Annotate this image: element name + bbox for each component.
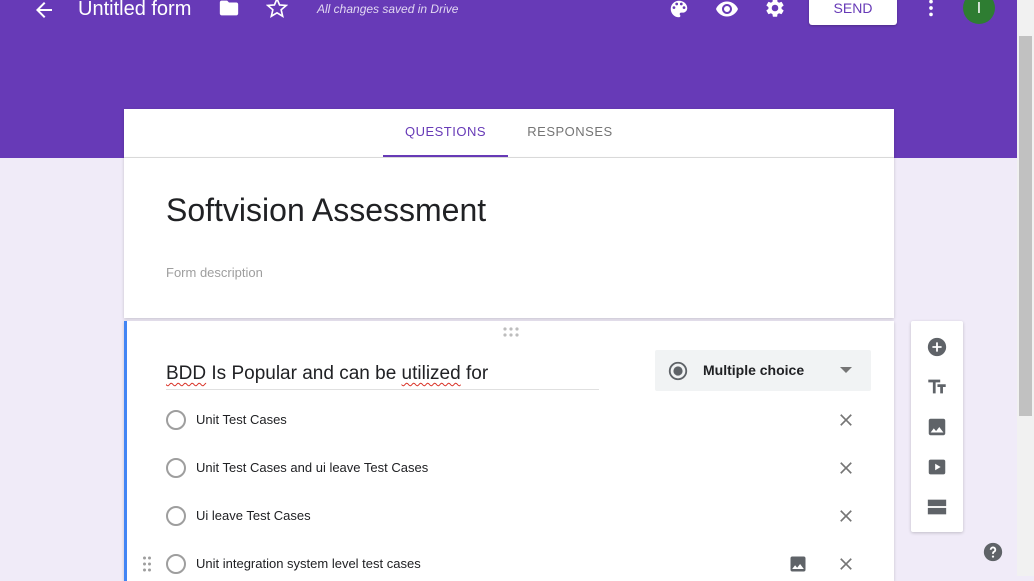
- option-label[interactable]: Unit Test Cases and ui leave Test Cases: [196, 460, 428, 475]
- chevron-down-icon: [840, 367, 852, 373]
- palette-icon[interactable]: [668, 0, 690, 20]
- page-scrollbar[interactable]: [1017, 0, 1034, 576]
- drag-handle-icon[interactable]: [142, 556, 152, 572]
- form-name[interactable]: Untitled form: [78, 0, 191, 23]
- avatar[interactable]: I: [963, 0, 995, 24]
- tabs-bar: QUESTIONS RESPONSES: [124, 109, 894, 158]
- radio-icon: [166, 410, 186, 430]
- more-vert-icon[interactable]: [920, 0, 942, 19]
- star-icon[interactable]: [266, 0, 288, 19]
- save-status: All changes saved in Drive: [317, 2, 459, 16]
- question-text-part: BDD: [166, 363, 207, 384]
- gear-icon[interactable]: [764, 0, 786, 19]
- add-video-icon[interactable]: [926, 456, 948, 478]
- add-image-icon[interactable]: [926, 416, 948, 438]
- add-question-icon[interactable]: [926, 336, 948, 358]
- side-toolbar: [911, 321, 963, 532]
- option-label[interactable]: Unit Test Cases: [196, 412, 287, 427]
- image-icon[interactable]: [788, 554, 808, 574]
- radio-icon: [166, 458, 186, 478]
- list-item[interactable]: Unit Test Cases and ui leave Test Cases: [166, 454, 866, 484]
- close-icon[interactable]: [836, 506, 856, 526]
- help-icon[interactable]: [982, 541, 1004, 563]
- back-arrow-icon[interactable]: [32, 0, 56, 22]
- list-item[interactable]: Ui leave Test Cases: [166, 502, 866, 532]
- question-title-input[interactable]: BDD Is Popular and can be utilized for: [166, 363, 599, 390]
- form-header-card: Softvision Assessment Form description: [124, 158, 894, 318]
- radio-icon: [166, 506, 186, 526]
- question-text-part: for: [460, 363, 489, 384]
- form-title[interactable]: Softvision Assessment: [166, 192, 486, 229]
- close-icon[interactable]: [836, 410, 856, 430]
- preview-eye-icon[interactable]: [715, 0, 739, 21]
- add-title-icon[interactable]: [926, 376, 948, 398]
- radio-checked-icon: [668, 361, 688, 381]
- question-text-part: utilized: [401, 363, 461, 384]
- radio-icon: [166, 554, 186, 574]
- option-label[interactable]: Ui leave Test Cases: [196, 508, 311, 523]
- tab-questions[interactable]: QUESTIONS: [383, 109, 508, 157]
- question-text-part: Is Popular and can be: [206, 363, 402, 384]
- scrollbar-thumb[interactable]: [1019, 36, 1032, 416]
- folder-icon[interactable]: [218, 0, 240, 19]
- form-description-input[interactable]: Form description: [166, 265, 263, 280]
- send-button[interactable]: SEND: [809, 0, 897, 25]
- add-section-icon[interactable]: [926, 496, 948, 518]
- close-icon[interactable]: [836, 458, 856, 478]
- option-label[interactable]: Unit integration system level test cases: [196, 556, 421, 571]
- question-type-select[interactable]: Multiple choice: [655, 350, 871, 391]
- close-icon[interactable]: [836, 554, 856, 574]
- question-card[interactable]: BDD Is Popular and can be utilized for M…: [124, 321, 894, 581]
- drag-handle-icon[interactable]: [502, 326, 520, 338]
- question-type-label: Multiple choice: [703, 362, 805, 378]
- tab-responses[interactable]: RESPONSES: [508, 109, 632, 155]
- list-item[interactable]: Unit Test Cases: [166, 406, 866, 436]
